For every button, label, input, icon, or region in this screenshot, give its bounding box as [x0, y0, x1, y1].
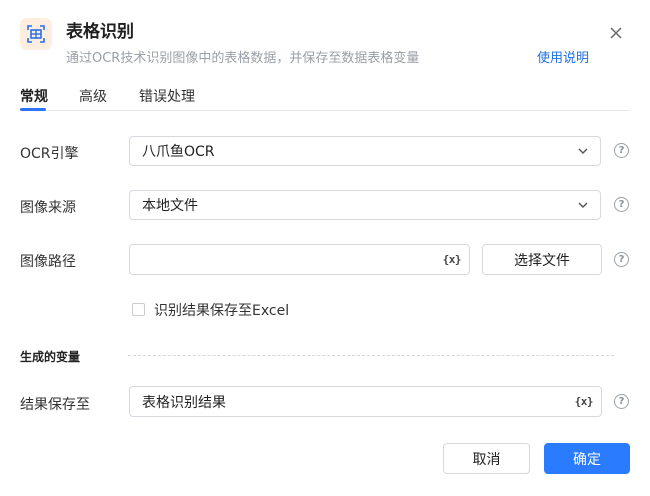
help-link[interactable]: 使用说明: [537, 47, 589, 66]
image-path-input[interactable]: {x}: [129, 244, 470, 275]
ocr-engine-select[interactable]: 八爪鱼OCR: [129, 136, 601, 166]
cancel-button[interactable]: 取消: [443, 443, 530, 474]
save-excel-label: 识别结果保存至Excel: [154, 303, 290, 319]
close-icon[interactable]: [607, 24, 625, 42]
help-icon[interactable]: ?: [614, 252, 629, 267]
table-icon: [27, 25, 45, 43]
ocr-engine-label: OCR引擎: [20, 146, 79, 162]
active-tab-indicator: [20, 108, 46, 111]
result-variable-value: 表格识别结果: [142, 394, 226, 411]
section-divider: [128, 355, 614, 356]
tab-general[interactable]: 常规: [20, 86, 48, 106]
tab-error-handling[interactable]: 错误处理: [139, 86, 195, 106]
help-icon[interactable]: ?: [614, 394, 629, 409]
variable-insert-button[interactable]: {x}: [575, 395, 594, 408]
ocr-engine-value: 八爪鱼OCR: [142, 144, 215, 160]
result-variable-input[interactable]: 表格识别结果 {x}: [129, 386, 602, 417]
app-icon: [20, 18, 52, 50]
section-title-variables: 生成的变量: [20, 350, 81, 364]
help-icon[interactable]: ?: [614, 143, 629, 158]
tab-advanced[interactable]: 高级: [79, 86, 107, 106]
image-path-label: 图像路径: [20, 254, 76, 270]
choose-file-button[interactable]: 选择文件: [482, 244, 602, 275]
dialog-title: 表格识别: [66, 22, 134, 42]
tabs-divider: [20, 110, 630, 111]
dialog-subtitle: 通过OCR技术识别图像中的表格数据，并保存至数据表格变量: [66, 51, 420, 66]
chevron-down-icon: [578, 202, 588, 208]
result-label: 结果保存至: [20, 397, 90, 413]
save-excel-checkbox[interactable]: [132, 303, 145, 316]
ok-button[interactable]: 确定: [544, 443, 630, 474]
image-source-select[interactable]: 本地文件: [129, 190, 601, 220]
help-icon[interactable]: ?: [614, 197, 629, 212]
variable-insert-button[interactable]: {x}: [443, 253, 462, 266]
image-source-value: 本地文件: [142, 198, 198, 214]
image-source-label: 图像来源: [20, 200, 76, 216]
chevron-down-icon: [578, 148, 588, 154]
